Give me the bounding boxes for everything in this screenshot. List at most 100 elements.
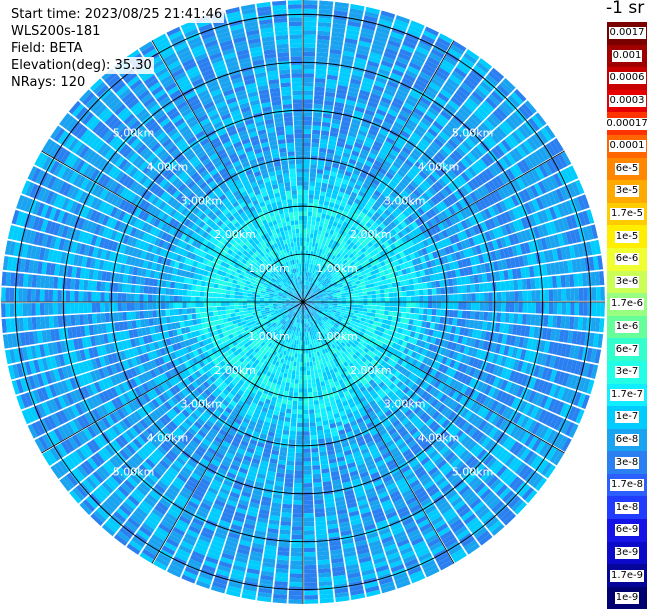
ppi-cell	[406, 308, 411, 313]
ppi-cell	[428, 302, 432, 308]
ppi-cell	[304, 479, 312, 484]
ppi-cell	[596, 303, 601, 317]
ppi-cell	[566, 303, 571, 315]
ppi-cell	[314, 495, 323, 500]
ppi-cell	[387, 283, 392, 288]
ppi-cell	[313, 208, 318, 213]
ppi-cell	[313, 478, 322, 483]
ppi-cell	[286, 469, 294, 474]
ppi-cell	[291, 543, 302, 548]
ppi-cell	[385, 298, 389, 302]
ppi-cell	[346, 304, 351, 307]
ppi-cell	[297, 354, 300, 359]
ppi-cell	[286, 378, 290, 383]
ppi-cell	[309, 357, 312, 362]
ppi-cell	[304, 427, 310, 431]
ppi-cell	[553, 289, 558, 301]
ppi-cell	[307, 371, 311, 376]
ppi-cell	[310, 431, 316, 436]
ppi-cell	[311, 147, 318, 152]
ppi-cell	[304, 561, 316, 566]
ppi-cell	[303, 255, 305, 259]
ppi-cell	[295, 379, 299, 384]
ppi-cell	[294, 487, 303, 492]
ppi-cell	[303, 99, 312, 104]
ppi-cell	[436, 309, 441, 316]
ppi-cell	[294, 479, 302, 484]
ppi-cell	[583, 288, 588, 301]
ppi-cell	[290, 565, 302, 570]
ppi-cell	[295, 375, 299, 380]
ppi-cell	[366, 284, 371, 288]
ppi-cell	[293, 362, 297, 367]
ppi-cell	[284, 391, 289, 396]
ppi-cell	[376, 302, 380, 306]
ppi-cell	[418, 283, 423, 289]
ppi-cell	[292, 530, 303, 535]
ppi-cell	[549, 303, 554, 315]
ppi-cell	[432, 288, 437, 294]
ppi-cell	[284, 482, 293, 487]
ppi-cell	[303, 233, 306, 237]
ppi-cell	[337, 304, 342, 306]
ppi-cell	[298, 405, 303, 410]
ppi-cell	[303, 388, 307, 392]
ppi-cell	[304, 0, 318, 5]
ppi-cell	[313, 482, 322, 487]
ppi-cell	[496, 313, 501, 323]
ppi-cell	[303, 91, 313, 96]
ppi-cell	[292, 409, 297, 414]
ppi-cell	[293, 500, 302, 505]
ppi-cell	[303, 405, 308, 410]
ppi-cell	[304, 69, 315, 74]
ppi-cell	[303, 190, 308, 195]
ppi-cell	[462, 311, 467, 319]
ppi-cell	[307, 366, 311, 371]
ppi-cell	[367, 291, 372, 295]
ppi-cell	[294, 384, 298, 389]
ppi-cell	[304, 449, 311, 454]
ppi-cell	[289, 392, 294, 397]
ppi-cell	[307, 375, 311, 380]
ppi-cell	[309, 238, 313, 243]
ppi-cell	[303, 224, 307, 228]
ppi-cell	[282, 504, 292, 509]
ppi-plot: 1.00km2.00km3.00km4.00km5.00km1.00km2.00…	[0, 0, 606, 607]
ppi-cell	[592, 287, 597, 301]
ppi-cell	[309, 194, 314, 199]
ppi-cell	[354, 293, 359, 296]
ppi-cell	[304, 418, 310, 423]
ppi-cell	[366, 288, 371, 292]
ppi-cell	[552, 276, 557, 288]
ppi-cell	[329, 303, 333, 305]
ppi-cell	[313, 113, 322, 118]
ppi-cell	[290, 361, 294, 366]
ppi-cell	[386, 279, 391, 284]
ppi-cell	[310, 169, 316, 174]
ppi-cell	[316, 382, 321, 387]
ppi-cell	[305, 263, 307, 268]
ppi-cell	[299, 336, 301, 341]
ppi-cell	[453, 286, 458, 293]
ppi-cell	[312, 125, 320, 130]
ppi-cell	[337, 306, 342, 308]
ppi-cell	[300, 354, 303, 358]
ppi-cell	[587, 287, 592, 301]
ppi-cell	[309, 401, 314, 406]
ppi-cell	[297, 336, 299, 341]
ppi-cell	[320, 143, 328, 148]
ppi-cell	[488, 283, 493, 292]
ppi-cell	[303, 117, 312, 122]
ppi-cell	[372, 295, 377, 299]
ppi-cell	[342, 298, 347, 300]
ppi-cell	[308, 345, 311, 350]
ppi-cell	[309, 190, 314, 195]
ppi-cell	[535, 315, 540, 326]
ppi-cell	[522, 279, 527, 290]
ppi-cell	[378, 281, 383, 286]
ppi-cell	[362, 312, 367, 316]
ppi-cell	[376, 290, 381, 294]
ppi-cell	[304, 582, 317, 587]
ppi-cell	[506, 302, 511, 312]
ppi-cell	[303, 384, 307, 388]
